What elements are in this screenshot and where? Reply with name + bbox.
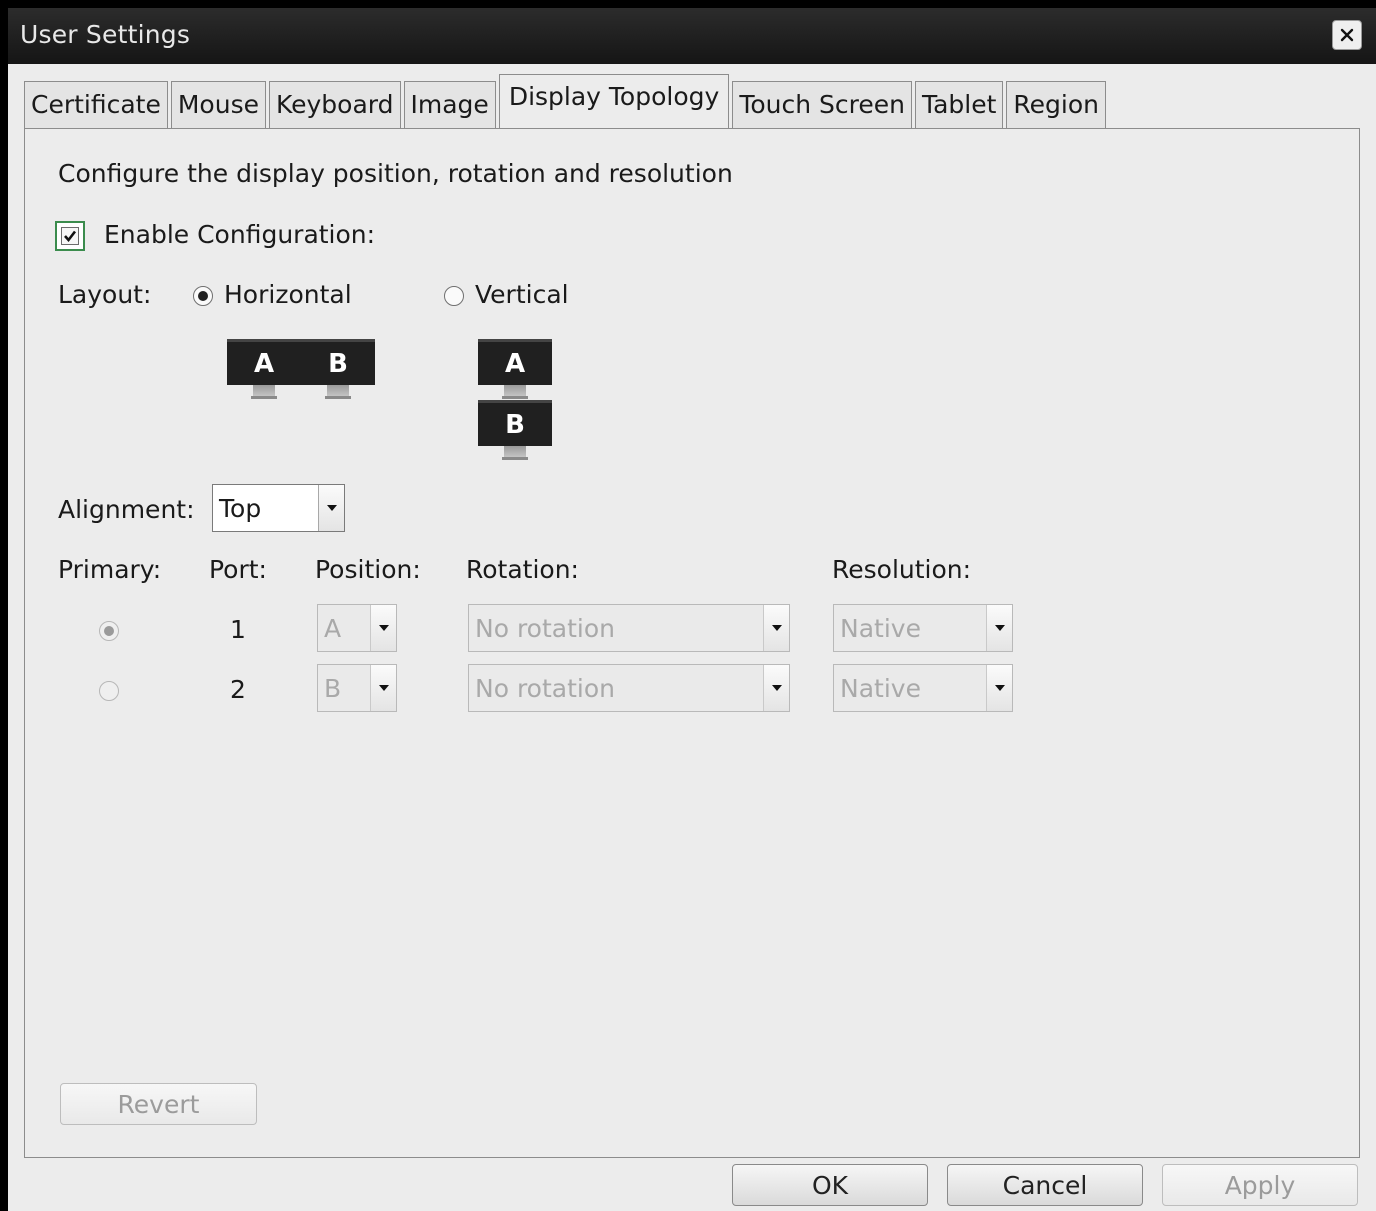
chevron-down-icon (318, 485, 344, 531)
chevron-down-icon (986, 605, 1012, 651)
resolution-select-port-1[interactable]: Native (833, 604, 1013, 652)
title-bar: User Settings (8, 8, 1376, 64)
chevron-down-icon (763, 665, 789, 711)
rotation-value: No rotation (475, 673, 615, 703)
tab-tablet[interactable]: Tablet (914, 81, 1004, 129)
rotation-select-port-2[interactable]: No rotation (468, 664, 790, 712)
monitor-stand-icon (325, 385, 351, 399)
resolution-select-port-2[interactable]: Native (833, 664, 1013, 712)
checkmark-icon (64, 230, 77, 243)
monitor-stand-icon (502, 446, 528, 460)
alignment-select[interactable]: Top (212, 484, 345, 532)
alignment-label: Alignment: (58, 495, 195, 524)
port-header: Port: (209, 555, 267, 584)
layout-horizontal-label[interactable]: Horizontal (224, 280, 352, 309)
resolution-value: Native (840, 613, 921, 643)
position-select-port-2[interactable]: B (317, 664, 397, 712)
enable-configuration-label: Enable Configuration: (104, 220, 376, 249)
tab-region[interactable]: Region (1006, 81, 1107, 129)
position-select-port-1[interactable]: A (317, 604, 397, 652)
monitor-stand-icon (502, 385, 528, 399)
layout-label: Layout: (58, 280, 152, 309)
window-title: User Settings (20, 20, 191, 49)
chevron-down-icon (370, 665, 396, 711)
chevron-down-icon (370, 605, 396, 651)
position-value: A (324, 613, 342, 643)
close-icon (1340, 28, 1354, 42)
primary-radio-port-1[interactable] (99, 621, 119, 641)
monitor-a-icon: A (227, 339, 301, 385)
tab-bar: Certificate Mouse Keyboard Image Display… (24, 73, 1109, 130)
position-value: B (324, 673, 342, 703)
layout-horizontal-radio[interactable] (193, 286, 213, 306)
port-number: 1 (230, 615, 246, 644)
port-number: 2 (230, 675, 246, 704)
layout-vertical-radio[interactable] (444, 286, 464, 306)
enable-configuration-checkbox[interactable] (55, 221, 85, 251)
alignment-value: Top (219, 493, 262, 523)
rotation-value: No rotation (475, 613, 615, 643)
tab-display-topology[interactable]: Display Topology (498, 74, 730, 130)
tab-keyboard[interactable]: Keyboard (268, 81, 401, 129)
resolution-header: Resolution: (832, 555, 972, 584)
primary-radio-port-2[interactable] (99, 681, 119, 701)
resolution-value: Native (840, 673, 921, 703)
cancel-button[interactable]: Cancel (947, 1164, 1143, 1206)
chevron-down-icon (986, 665, 1012, 711)
layout-vertical-label[interactable]: Vertical (475, 280, 569, 309)
close-button[interactable] (1332, 20, 1362, 50)
tab-mouse[interactable]: Mouse (170, 81, 266, 129)
tab-image[interactable]: Image (403, 81, 496, 129)
monitor-b-icon: B (301, 339, 375, 385)
user-settings-window: User Settings Certificate Mouse Keyboard… (8, 8, 1376, 1211)
monitor-b-icon: B (478, 400, 552, 446)
apply-button[interactable]: Apply (1162, 1164, 1358, 1206)
chevron-down-icon (763, 605, 789, 651)
ok-button[interactable]: OK (732, 1164, 928, 1206)
revert-button[interactable]: Revert (60, 1083, 257, 1125)
rotation-header: Rotation: (466, 555, 579, 584)
tab-touch-screen[interactable]: Touch Screen (732, 81, 912, 129)
primary-header: Primary: (58, 555, 162, 584)
display-topology-panel: Configure the display position, rotation… (24, 128, 1360, 1158)
tab-certificate[interactable]: Certificate (24, 81, 168, 129)
panel-description: Configure the display position, rotation… (58, 159, 733, 188)
monitor-a-icon: A (478, 339, 552, 385)
rotation-select-port-1[interactable]: No rotation (468, 604, 790, 652)
monitor-stand-icon (251, 385, 277, 399)
position-header: Position: (315, 555, 421, 584)
